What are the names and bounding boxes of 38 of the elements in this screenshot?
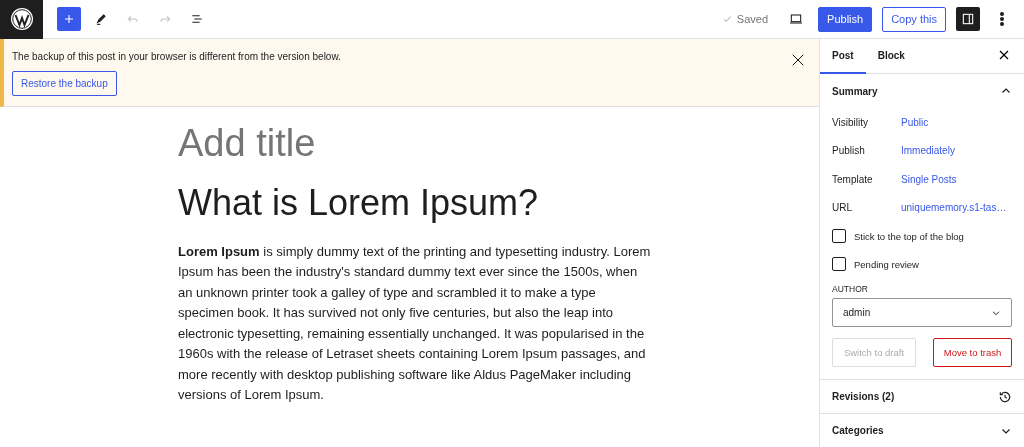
- paragraph: Lorem Ipsum is simply dummy text of the printing and typesetting industry. Lorem Ipsum has been the industry's standard dummy text ever since the 1500s, when an unknown printer took a galley of type and scrambled it to make a type specimen book. It has survived not only five centuries, but also the leap into electronic typesetting, remaining essentially unchanged. It was popularised in the 1960s with the release of Letraset sheets containing Lorem Ipsum passages, and more recently with desktop publishing software like Aldus PageMaker including versions of Lorem Ipsum.: [178, 242, 652, 405]
- author-select[interactable]: admin: [832, 298, 1012, 327]
- field-label: Visibility: [832, 116, 869, 128]
- trash-button[interactable]: Move to trash: [933, 338, 1012, 367]
- panel-title[interactable]: Revisions (2): [832, 391, 895, 402]
- saved-status: Saved: [736, 13, 769, 25]
- settings-button[interactable]: [956, 7, 980, 31]
- laptop-icon: [788, 11, 805, 27]
- field-link[interactable]: uniquememory.s1-tas…: [901, 202, 1007, 214]
- sidebar-tab[interactable]: Post: [820, 38, 866, 74]
- restore-button[interactable]: Restore the backup: [12, 71, 117, 96]
- publish-button[interactable]: Publish: [818, 6, 873, 32]
- close-icon: [998, 49, 1010, 61]
- field-link[interactable]: Public: [901, 116, 929, 128]
- field-link[interactable]: Immediately: [901, 145, 955, 157]
- checkbox[interactable]: [832, 229, 846, 243]
- field-label: Publish: [832, 145, 866, 157]
- panel-title[interactable]: Categories: [832, 425, 884, 436]
- more-icon: [1000, 11, 1004, 27]
- checkbox[interactable]: [832, 257, 846, 271]
- panel-title: Summary: [832, 85, 878, 97]
- select-value: admin: [843, 307, 871, 318]
- wordpress-logo[interactable]: [0, 0, 43, 39]
- heading-text: What is Lorem Ipsum?: [178, 180, 540, 224]
- copy-button[interactable]: Copy this: [882, 6, 946, 32]
- title-field[interactable]: Add title: [178, 121, 819, 167]
- author-label: AUTHOR: [832, 284, 869, 294]
- sidebar-tab[interactable]: Block: [865, 38, 917, 74]
- checkbox-label: Pending review: [854, 258, 919, 270]
- field-link[interactable]: Single Posts: [901, 173, 957, 185]
- sidebar-icon: [960, 11, 976, 27]
- notice-message: The backup of this post in your browser is different from the version below.: [12, 51, 341, 62]
- field-label: URL: [832, 202, 853, 214]
- field-label: Template: [832, 173, 874, 185]
- checkbox-label: Stick to the top of the blog: [854, 230, 964, 242]
- history-icon: [998, 389, 1012, 404]
- close-button[interactable]: [791, 53, 805, 67]
- close-icon: [791, 53, 805, 67]
